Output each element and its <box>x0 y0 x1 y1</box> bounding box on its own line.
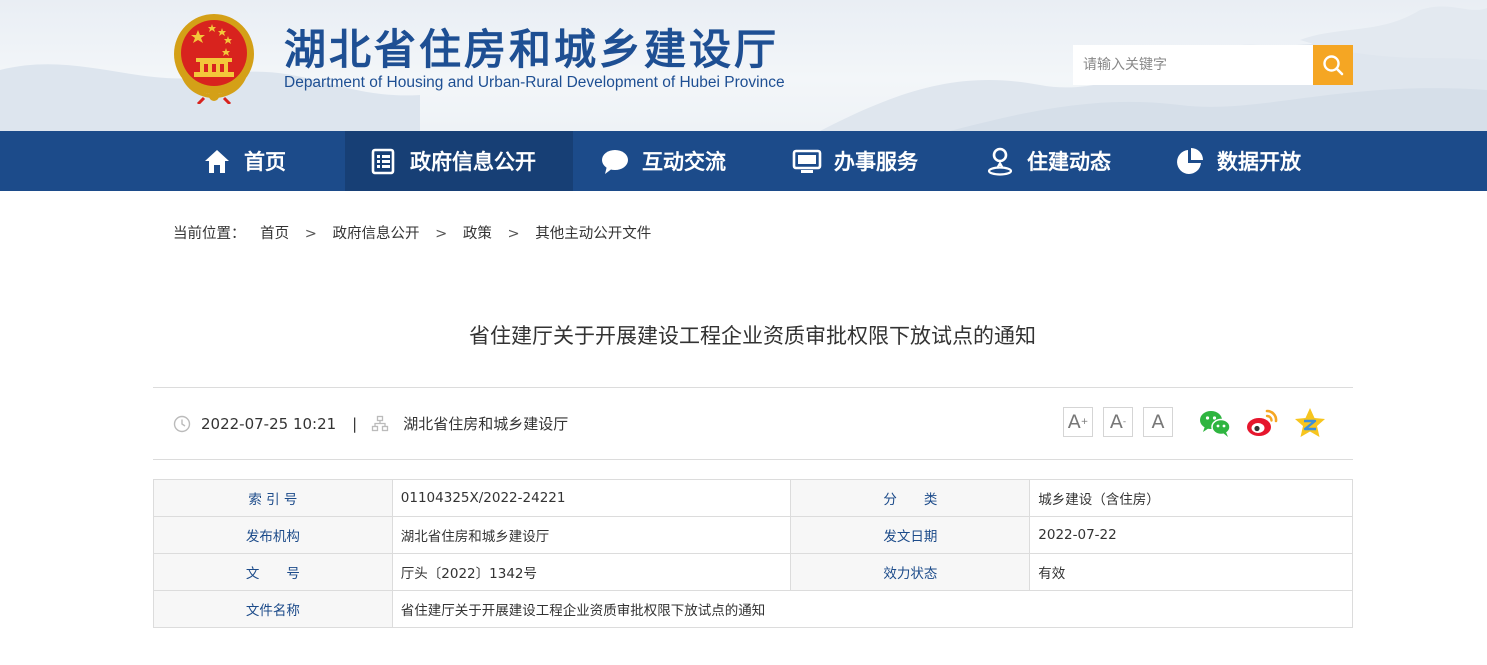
minus-mark: - <box>1122 417 1127 427</box>
category-value: 城乡建设（含住房） <box>1029 479 1353 517</box>
breadcrumb-item-other-files[interactable]: 其他主动公开文件 <box>535 226 651 242</box>
clock-icon <box>173 415 191 432</box>
font-larger-button[interactable]: A + <box>1063 407 1093 437</box>
table-row: 文 号 厅头〔2022〕1342号 效力状态 有效 <box>153 553 1353 591</box>
nav-item-gov-info[interactable]: 政府信息公开 <box>345 131 573 191</box>
document-list-icon <box>368 146 398 176</box>
breadcrumb-separator: > <box>304 226 317 242</box>
article-title: 省住建厅关于开展建设工程企业资质审批权限下放试点的通知 <box>469 324 1036 348</box>
nav-label: 首页 <box>244 150 286 174</box>
nav-label: 办事服务 <box>834 150 918 174</box>
breadcrumb-separator: > <box>435 226 448 242</box>
breadcrumb-item-policy[interactable]: 政策 <box>463 226 492 242</box>
breadcrumb-item-home[interactable]: 首页 <box>260 226 289 242</box>
weibo-icon[interactable] <box>1245 406 1279 440</box>
font-smaller-label: A <box>1109 411 1123 433</box>
breadcrumb-item-gov-info[interactable]: 政府信息公开 <box>332 226 419 242</box>
divider-line <box>153 459 1353 460</box>
nav-label: 数据开放 <box>1217 150 1301 174</box>
site-header: 湖北省住房和城乡建设厅 Department of Housing and Ur… <box>0 0 1487 131</box>
nav-item-services[interactable]: 办事服务 <box>792 131 952 191</box>
publish-datetime: 2022-07-25 10:21 <box>201 414 337 433</box>
divider-line <box>153 387 1353 388</box>
home-icon <box>202 146 232 176</box>
chat-bubble-icon <box>600 146 630 176</box>
article-meta: 2022-07-25 10:21 | 湖北省住房和城乡建设厅 <box>173 413 568 434</box>
monitor-icon <box>792 146 822 176</box>
doc-number-value: 厅头〔2022〕1342号 <box>391 553 792 591</box>
font-larger-label: A <box>1067 411 1081 433</box>
plus-mark: + <box>1080 417 1089 427</box>
table-row: 文件名称 省住建厅关于开展建设工程企业资质审批权限下放试点的通知 <box>153 590 1354 628</box>
nav-label: 住建动态 <box>1027 150 1111 174</box>
site-title: 湖北省住房和城乡建设厅 <box>284 25 780 74</box>
wechat-icon[interactable] <box>1198 406 1232 440</box>
search-box <box>1073 45 1353 85</box>
issue-date-label: 发文日期 <box>790 516 1031 554</box>
nav-item-news[interactable]: 住建动态 <box>985 131 1145 191</box>
meta-divider: | <box>352 414 358 433</box>
index-number-label: 索 引 号 <box>153 479 393 517</box>
breadcrumb-prefix: 当前位置： <box>173 226 246 242</box>
site-subtitle: Department of Housing and Urban-Rural De… <box>284 74 785 91</box>
person-pin-icon <box>985 146 1015 176</box>
main-nav: 首页 政府信息公开 互动交流 办事服务 住建动态 数据开放 <box>0 131 1487 191</box>
search-icon <box>1323 55 1344 76</box>
nav-item-interaction[interactable]: 互动交流 <box>600 131 760 191</box>
search-button[interactable] <box>1313 45 1353 85</box>
nav-item-open-data[interactable]: 数据开放 <box>1175 131 1335 191</box>
file-name-label: 文件名称 <box>153 590 393 628</box>
index-number-value: 01104325X/2022-24221 <box>391 479 792 517</box>
article-source: 湖北省住房和城乡建设厅 <box>403 415 569 433</box>
file-name-value: 省住建厅关于开展建设工程企业资质审批权限下放试点的通知 <box>391 590 1354 628</box>
issuer-label: 发布机构 <box>153 516 393 554</box>
validity-label: 效力状态 <box>790 553 1031 591</box>
document-info-table: 索 引 号 01104325X/2022-24221 分 类 城乡建设（含住房）… <box>153 479 1354 628</box>
font-default-button[interactable]: A <box>1143 407 1173 437</box>
category-label: 分 类 <box>790 479 1031 517</box>
nav-label: 政府信息公开 <box>410 150 536 174</box>
font-default-label: A <box>1151 411 1165 433</box>
breadcrumb: 当前位置： 首页 > 政府信息公开 > 政策 > 其他主动公开文件 <box>173 222 651 243</box>
qzone-icon[interactable] <box>1293 406 1327 440</box>
issuer-value: 湖北省住房和城乡建设厅 <box>391 516 792 554</box>
national-emblem-logo <box>174 14 254 104</box>
nav-item-home[interactable]: 首页 <box>202 131 330 191</box>
nav-label: 互动交流 <box>642 150 726 174</box>
search-input[interactable] <box>1073 45 1313 85</box>
font-smaller-button[interactable]: A- <box>1103 407 1133 437</box>
breadcrumb-separator: > <box>507 226 520 242</box>
table-row: 索 引 号 01104325X/2022-24221 分 类 城乡建设（含住房） <box>153 479 1353 517</box>
organization-icon <box>372 415 389 431</box>
validity-value: 有效 <box>1029 553 1353 591</box>
pie-chart-icon <box>1175 146 1205 176</box>
table-row: 发布机构 湖北省住房和城乡建设厅 发文日期 2022-07-22 <box>153 516 1353 554</box>
issue-date-value: 2022-07-22 <box>1029 516 1353 554</box>
doc-number-label: 文 号 <box>153 553 393 591</box>
